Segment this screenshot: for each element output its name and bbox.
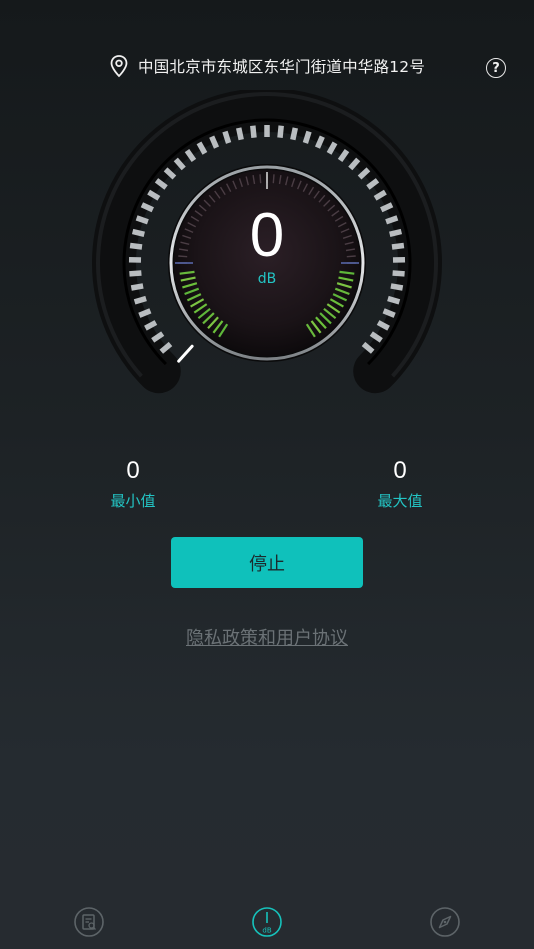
nav-item-meter[interactable]: dB [178, 895, 356, 949]
decibel-value: 0 [249, 201, 285, 270]
help-button[interactable]: ? [486, 58, 506, 78]
min-value: 0 [126, 457, 140, 484]
location-text: 中国北京市东城区东华门街道中华路12号 [138, 58, 426, 76]
max-label: 最大值 [377, 492, 423, 510]
location-display[interactable]: 中国北京市东城区东华门街道中华路12号 [108, 54, 425, 78]
decibel-reading: 0 dB [82, 201, 452, 288]
outer-scale-tick [250, 125, 257, 138]
outer-scale-tick [222, 130, 232, 144]
bottom-nav: dB [0, 895, 534, 949]
nav-item-compass[interactable] [356, 895, 534, 949]
min-label: 最小值 [110, 492, 156, 510]
outer-scale-tick [236, 127, 244, 141]
outer-scale-tick [302, 130, 312, 144]
outer-scale-tick [133, 295, 147, 305]
compass-icon [430, 907, 460, 937]
decibel-meter-icon: dB [252, 907, 282, 937]
max-value: 0 [393, 457, 407, 484]
top-bar: 中国北京市东城区东华门街道中华路12号 ? [0, 0, 534, 100]
inner-scale-tick [272, 174, 275, 184]
privacy-link-container: 隐私政策和用户协议 [0, 624, 534, 650]
stop-button[interactable]: 停止 [171, 537, 363, 588]
map-pin-icon [110, 55, 128, 78]
inner-scale-tick [259, 174, 262, 184]
question-mark-icon: ? [492, 60, 500, 76]
records-icon [74, 907, 104, 937]
decibel-unit: dB [257, 271, 277, 287]
outer-scale-tick [277, 125, 284, 138]
min-stat: 0 最小值 [83, 456, 183, 511]
max-stat: 0 最大值 [350, 456, 450, 511]
gauge-needle [177, 344, 194, 363]
privacy-policy-link[interactable]: 隐私政策和用户协议 [186, 628, 348, 649]
outer-scale-tick [387, 295, 401, 305]
outer-scale-tick [290, 127, 298, 141]
nav-item-records[interactable] [0, 895, 178, 949]
meter-icon-label: dB [262, 927, 271, 935]
